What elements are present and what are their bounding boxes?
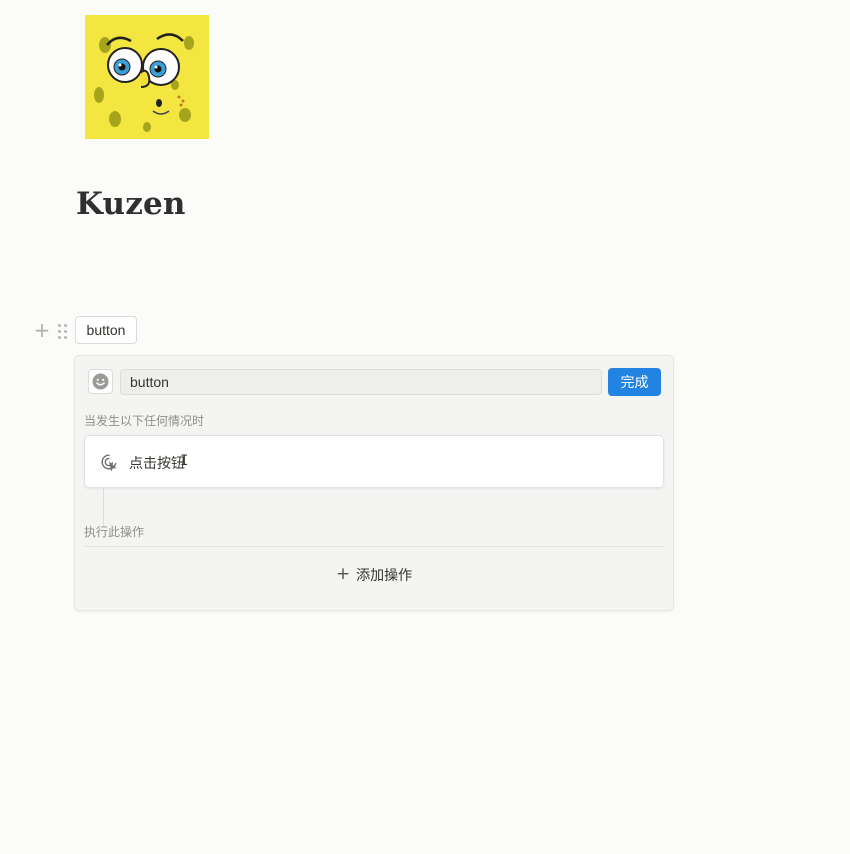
- done-button[interactable]: 完成: [608, 368, 661, 396]
- drag-handle-icon[interactable]: [56, 322, 70, 340]
- button-name-input[interactable]: button: [120, 369, 602, 395]
- spongebob-face-icon[interactable]: [85, 15, 209, 139]
- trigger-card[interactable]: 点击按钮 I: [84, 435, 664, 488]
- connector-line: [103, 488, 104, 526]
- add-action-label: 添加操作: [356, 567, 413, 584]
- click-pointer-icon: [101, 454, 117, 472]
- text-cursor-icon: I: [180, 453, 189, 469]
- block-button[interactable]: button: [75, 316, 137, 344]
- emoji-picker-button[interactable]: [88, 369, 113, 394]
- plus-icon[interactable]: +: [33, 320, 51, 340]
- page-title[interactable]: Kuzen: [76, 186, 186, 222]
- action-section-label: 执行此操作: [84, 525, 145, 539]
- button-config-panel: button 完成 当发生以下任何情况时 点击按钮 I 执行此操作 + 添加操作: [74, 355, 674, 611]
- plus-icon: +: [335, 564, 351, 584]
- add-action-button[interactable]: + 添加操作: [84, 546, 664, 602]
- trigger-section-label: 当发生以下任何情况时: [84, 414, 205, 428]
- smiley-icon: [92, 373, 109, 390]
- page: Kuzen + button button 完成 当发生以下任何情况时 点击按钮: [0, 0, 850, 854]
- trigger-label: 点击按钮: [129, 456, 185, 472]
